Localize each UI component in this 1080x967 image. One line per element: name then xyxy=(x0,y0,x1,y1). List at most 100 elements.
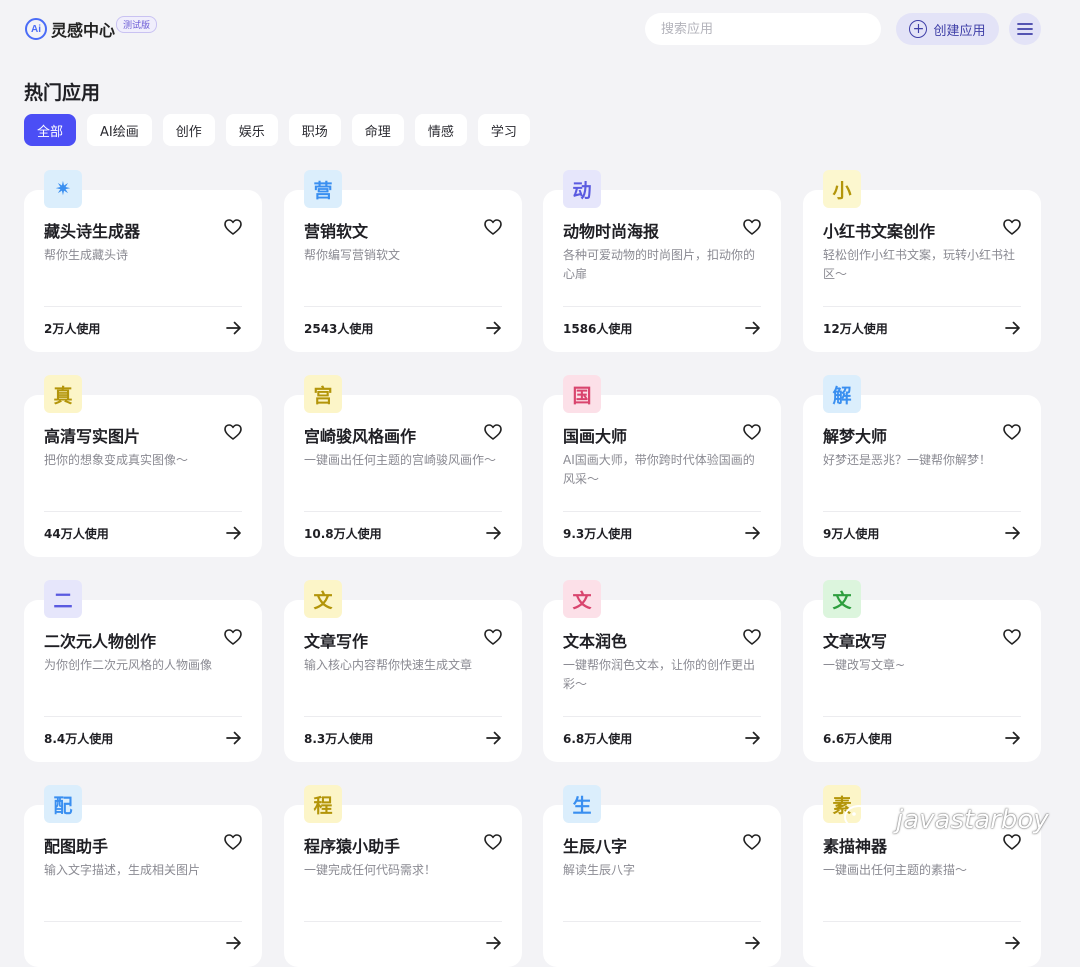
usage-count: 9万人使用 xyxy=(823,527,880,541)
app-title: 灵感中心 xyxy=(51,21,116,40)
arrow-right-icon[interactable] xyxy=(226,730,242,749)
card-divider xyxy=(823,511,1021,512)
app-glyph-icon: 宫 xyxy=(304,375,342,413)
app-glyph-icon: ✷ xyxy=(44,170,82,208)
arrow-right-icon[interactable] xyxy=(226,935,242,954)
card-divider xyxy=(823,306,1021,307)
card-description: 好梦还是恶兆？一键帮你解梦！ xyxy=(823,453,992,467)
menu-button[interactable] xyxy=(1009,13,1041,45)
arrow-right-icon[interactable] xyxy=(745,730,761,749)
arrow-right-icon[interactable] xyxy=(486,320,502,339)
tab-7[interactable]: 学习 xyxy=(477,114,530,146)
arrow-right-icon[interactable] xyxy=(226,320,242,339)
app-card[interactable]: 真高清写实图片 把你的想象变成真实图像～ 44万人使用 xyxy=(24,375,262,557)
usage-count: 8.4万人使用 xyxy=(44,732,114,746)
arrow-right-icon[interactable] xyxy=(226,525,242,544)
arrow-right-icon[interactable] xyxy=(486,730,502,749)
app-card[interactable]: 文文章改写 一键改写文章~ 6.6万人使用 xyxy=(803,580,1041,762)
favorite-heart-icon[interactable] xyxy=(224,834,242,854)
tab-3[interactable]: 娱乐 xyxy=(225,114,278,146)
favorite-heart-icon[interactable] xyxy=(224,629,242,649)
app-card[interactable]: 营营销软文 帮你编写营销软文 2543人使用 xyxy=(284,170,522,352)
app-card[interactable]: 生生辰八字 解读生辰八字 xyxy=(543,785,781,967)
tab-5[interactable]: 命理 xyxy=(351,114,404,146)
card-title: 文章写作 xyxy=(304,632,369,651)
arrow-right-icon[interactable] xyxy=(1005,730,1021,749)
app-glyph-icon: 配 xyxy=(44,785,82,823)
favorite-heart-icon[interactable] xyxy=(1003,629,1021,649)
tab-2[interactable]: 创作 xyxy=(162,114,215,146)
favorite-heart-icon[interactable] xyxy=(1003,219,1021,239)
usage-count: 9.3万人使用 xyxy=(563,527,633,541)
card-divider xyxy=(44,306,242,307)
favorite-heart-icon[interactable] xyxy=(484,424,502,444)
app-card[interactable]: 二二次元人物创作 为你创作二次元风格的人物画像 8.4万人使用 xyxy=(24,580,262,762)
arrow-right-icon[interactable] xyxy=(745,935,761,954)
card-description: 一键改写文章~ xyxy=(823,658,906,672)
arrow-right-icon[interactable] xyxy=(486,525,502,544)
favorite-heart-icon[interactable] xyxy=(1003,834,1021,854)
tab-4[interactable]: 职场 xyxy=(288,114,341,146)
app-card[interactable]: ✷ 藏头诗生成器 帮你生成藏头诗 2万人使用 xyxy=(24,170,262,352)
create-app-button[interactable]: + 创建应用 xyxy=(896,13,999,45)
tab-1[interactable]: AI绘画 xyxy=(87,114,152,146)
usage-count: 6.8万人使用 xyxy=(563,732,633,746)
card-description: 一键画出任何主题的素描～ xyxy=(823,863,968,877)
favorite-heart-icon[interactable] xyxy=(743,219,761,239)
arrow-right-icon[interactable] xyxy=(1005,935,1021,954)
app-glyph-icon: 素 xyxy=(823,785,861,823)
favorite-heart-icon[interactable] xyxy=(224,424,242,444)
app-card[interactable]: 小小红书文案创作 轻松创作小红书文案，玩转小红书社区～ 12万人使用 xyxy=(803,170,1041,352)
card-title: 小红书文案创作 xyxy=(823,222,936,241)
favorite-heart-icon[interactable] xyxy=(1003,424,1021,444)
card-title: 高清写实图片 xyxy=(44,427,141,446)
card-title: 国画大师 xyxy=(563,427,628,446)
card-divider xyxy=(44,921,242,922)
card-title: 程序猿小助手 xyxy=(304,837,401,856)
hamburger-menu-icon xyxy=(1017,23,1033,35)
card-title: 解梦大师 xyxy=(823,427,888,446)
app-card[interactable]: 宫宫崎骏风格画作 一键画出任何主题的宫崎骏风画作～ 10.8万人使用 xyxy=(284,375,522,557)
app-card[interactable]: 文文章写作 输入核心内容帮你快速生成文章 8.3万人使用 xyxy=(284,580,522,762)
usage-count: 6.6万人使用 xyxy=(823,732,893,746)
arrow-right-icon[interactable] xyxy=(486,935,502,954)
favorite-heart-icon[interactable] xyxy=(743,629,761,649)
app-glyph-icon: 文 xyxy=(304,580,342,618)
card-description: 解读生辰八字 xyxy=(563,863,636,877)
favorite-heart-icon[interactable] xyxy=(743,424,761,444)
app-card[interactable]: 配配图助手输入文字描述，生成相关图片 xyxy=(24,785,262,967)
tab-6[interactable]: 情感 xyxy=(414,114,467,146)
arrow-right-icon[interactable] xyxy=(1005,320,1021,339)
favorite-heart-icon[interactable] xyxy=(484,219,502,239)
arrow-right-icon[interactable] xyxy=(745,525,761,544)
search-input[interactable] xyxy=(645,13,881,45)
app-card[interactable]: 程程序猿小助手 一键完成任何代码需求！ xyxy=(284,785,522,967)
app-card[interactable]: 动动物时尚海报 各种可爱动物的时尚图片，扣动你的心扉 1586人使用 xyxy=(543,170,781,352)
arrow-right-icon[interactable] xyxy=(1005,525,1021,544)
card-divider xyxy=(304,716,502,717)
tab-0[interactable]: 全部 xyxy=(24,114,77,146)
card-title: 素描神器 xyxy=(823,837,888,856)
ai-logo-icon[interactable]: Ai xyxy=(25,18,47,40)
card-title: 配图助手 xyxy=(44,837,109,856)
usage-count: 12万人使用 xyxy=(823,322,888,336)
app-glyph-icon: 营 xyxy=(304,170,342,208)
card-divider xyxy=(823,921,1021,922)
app-card[interactable]: 文文本润色 一键帮你润色文本，让你的创作更出彩～ 6.8万人使用 xyxy=(543,580,781,762)
arrow-right-icon[interactable] xyxy=(745,320,761,339)
favorite-heart-icon[interactable] xyxy=(224,219,242,239)
card-description: 轻松创作小红书文案，玩转小红书社区～ xyxy=(823,248,1016,281)
app-glyph-icon: 文 xyxy=(823,580,861,618)
card-title: 文本润色 xyxy=(563,632,628,651)
card-description: AI国画大师，带你跨时代体验国画的风采～ xyxy=(563,453,755,486)
favorite-heart-icon[interactable] xyxy=(484,629,502,649)
card-divider xyxy=(44,511,242,512)
card-description: 输入文字描述，生成相关图片 xyxy=(44,863,201,877)
app-card[interactable]: 国国画大师 AI国画大师，带你跨时代体验国画的风采～ 9.3万人使用 xyxy=(543,375,781,557)
create-app-label: 创建应用 xyxy=(933,23,986,39)
favorite-heart-icon[interactable] xyxy=(484,834,502,854)
app-card[interactable]: 素素描神器一键画出任何主题的素描～ xyxy=(803,785,1041,967)
app-glyph-icon: 生 xyxy=(563,785,601,823)
favorite-heart-icon[interactable] xyxy=(743,834,761,854)
app-card[interactable]: 解解梦大师 好梦还是恶兆？一键帮你解梦！ 9万人使用 xyxy=(803,375,1041,557)
